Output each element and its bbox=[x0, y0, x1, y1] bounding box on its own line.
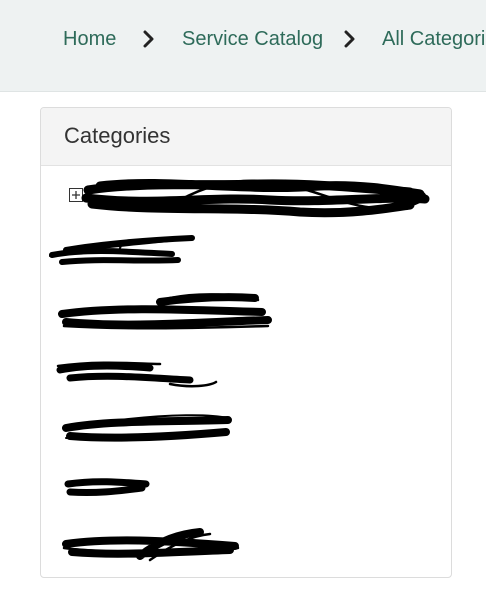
category-item[interactable] bbox=[41, 238, 451, 278]
breadcrumb-all-categories-link[interactable]: All Categories bbox=[382, 26, 486, 52]
breadcrumb: Home Service Catalog All Categories bbox=[0, 26, 486, 52]
categories-title: Categories bbox=[64, 123, 171, 148]
categories-panel-header: Categories bbox=[41, 108, 451, 166]
top-bar: Home Service Catalog All Categories bbox=[0, 0, 486, 92]
breadcrumb-home-link[interactable]: Home bbox=[63, 26, 116, 52]
category-item[interactable] bbox=[41, 180, 451, 220]
categories-panel: Categories bbox=[40, 107, 452, 578]
category-item[interactable] bbox=[41, 470, 451, 510]
category-item[interactable] bbox=[41, 528, 451, 568]
breadcrumb-service-catalog-link[interactable]: Service Catalog bbox=[182, 26, 323, 52]
chevron-right-icon bbox=[342, 30, 358, 48]
category-item[interactable] bbox=[41, 296, 451, 336]
category-item[interactable] bbox=[41, 354, 451, 394]
category-item[interactable] bbox=[41, 412, 451, 452]
chevron-right-icon bbox=[141, 30, 157, 48]
